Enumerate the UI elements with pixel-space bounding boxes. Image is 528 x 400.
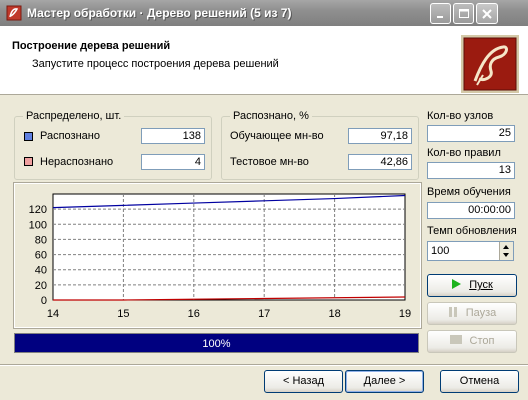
recognized-percent-group: Распознано, % Обучающее мн-во 97,18 Тест…: [221, 110, 419, 180]
minimize-button[interactable]: [430, 3, 451, 24]
spinner-arrows-icon[interactable]: [500, 242, 512, 260]
close-button[interactable]: [476, 3, 498, 24]
maximize-icon: [459, 9, 469, 18]
y-tick-label: 20: [35, 280, 47, 292]
decision-tree-logo-icon: [461, 35, 519, 93]
recognized-count-field: 138: [141, 128, 205, 144]
test-set-field: 42,86: [348, 154, 412, 170]
rules-count-label: Кол-во правил: [427, 147, 501, 159]
close-icon: [482, 9, 492, 19]
nodes-count-label: Кол-во узлов: [427, 110, 494, 122]
y-tick-label: 80: [35, 234, 47, 246]
update-rate-spinner[interactable]: 100: [427, 241, 514, 261]
pause-icon: [448, 307, 457, 317]
x-tick-label: 17: [258, 308, 270, 320]
spinner-buttons[interactable]: [499, 242, 513, 260]
back-button[interactable]: < Назад: [264, 370, 343, 393]
recognized-swatch: [24, 132, 33, 141]
x-tick-label: 18: [328, 308, 340, 320]
minimize-icon: [437, 16, 443, 18]
play-icon: [452, 279, 462, 289]
distributed-group-label: Распределено, шт.: [23, 110, 125, 122]
stop-button[interactable]: Стоп: [427, 330, 517, 353]
plot-area: [52, 193, 406, 301]
rules-count-field: 13: [427, 162, 515, 179]
window-title: Мастер обработки · Дерево решений (5 из …: [27, 6, 292, 20]
recognized-percent-group-label: Распознано, %: [230, 110, 312, 122]
y-tick-label: 60: [35, 250, 47, 262]
update-rate-label: Темп обновления: [427, 225, 517, 237]
y-tick-label: 0: [41, 295, 47, 307]
pause-button[interactable]: Пауза: [427, 302, 517, 325]
maximize-button[interactable]: [453, 3, 474, 24]
x-tick-label: 14: [47, 308, 59, 320]
stop-button-label: Стоп: [469, 335, 495, 347]
start-button[interactable]: Пуск: [427, 274, 517, 297]
app-icon: [6, 5, 22, 21]
test-set-label: Тестовое мн-во: [230, 156, 309, 168]
x-tick-label: 19: [399, 308, 411, 320]
training-time-label: Время обучения: [427, 186, 511, 198]
pause-button-label: Пауза: [465, 307, 497, 319]
nodes-count-field: 25: [427, 125, 515, 142]
progress-bar: 100%: [14, 333, 419, 353]
training-time-field: 00:00:00: [427, 202, 515, 219]
distributed-group: Распределено, шт. Распознано 138 Нераспо…: [14, 110, 212, 180]
unrecognized-count-field: 4: [141, 154, 205, 170]
y-tick-label: 120: [29, 204, 47, 216]
next-button[interactable]: Далее >: [345, 370, 424, 393]
page-title: Построение дерева решений: [12, 40, 171, 52]
cancel-button[interactable]: Отмена: [440, 370, 519, 393]
title-bar[interactable]: Мастер обработки · Дерево решений (5 из …: [0, 0, 528, 27]
update-rate-value: 100: [431, 245, 450, 257]
page-subtitle: Запустите процесс построения дерева реше…: [32, 58, 279, 70]
training-chart: 0 20 40 60 80 100 120 14 15 16 17 18 19: [13, 182, 422, 329]
recognized-label: Распознано: [40, 130, 100, 142]
progress-text: 100%: [202, 338, 231, 350]
wizard-window: Мастер обработки · Дерево решений (5 из …: [0, 0, 528, 400]
y-tick-label: 100: [29, 219, 47, 231]
unrecognized-swatch: [24, 157, 33, 166]
wizard-header: Построение дерева решений Запустите проц…: [0, 26, 528, 95]
chart-canvas: 0 20 40 60 80 100 120 14 15 16 17 18 19: [29, 193, 411, 320]
training-set-field: 97,18: [348, 128, 412, 144]
start-button-label: Пуск: [469, 279, 493, 291]
training-set-label: Обучающее мн-во: [230, 130, 324, 142]
button-divider: [0, 364, 528, 366]
x-tick-label: 16: [188, 308, 200, 320]
x-tick-label: 15: [117, 308, 129, 320]
y-tick-label: 40: [35, 265, 47, 277]
stop-icon: [449, 335, 462, 344]
unrecognized-label: Нераспознано: [40, 156, 114, 168]
